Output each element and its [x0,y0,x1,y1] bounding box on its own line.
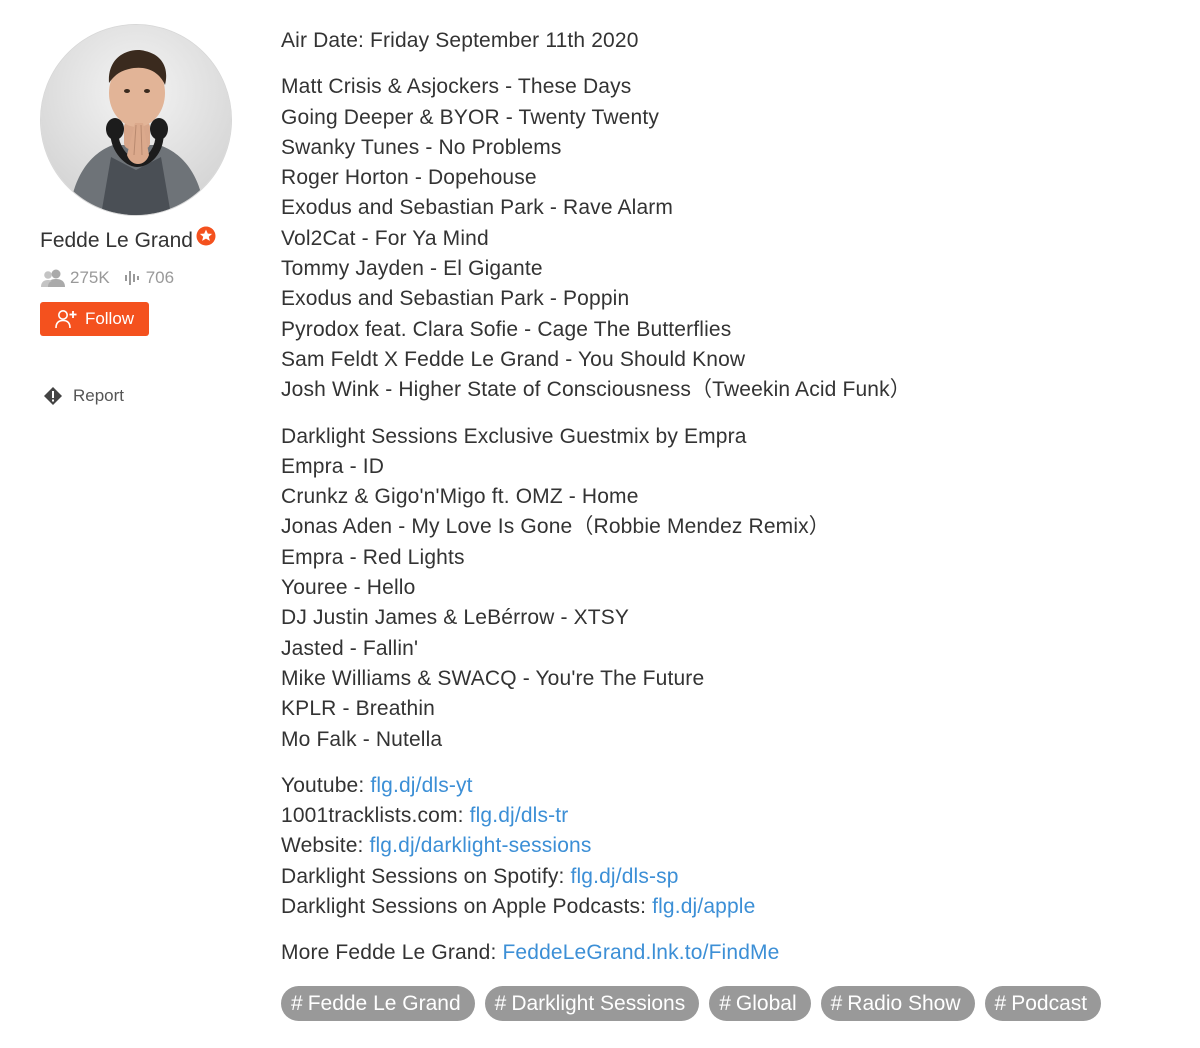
tag-global[interactable]: # Global [709,986,811,1021]
tracks-stat[interactable]: 706 [124,268,174,288]
tracklist-item: Tommy Jayden - El Gigante [281,257,543,281]
air-date-section: Air Date: Friday September 11th 2020 [281,26,1181,56]
hash-icon: # [291,991,303,1015]
tracklist-item: Swanky Tunes - No Problems [281,135,562,159]
guestmix-list: Darklight Sessions Exclusive Guestmix by… [281,422,1181,755]
tracklist-item: Matt Crisis & Asjockers - These Days [281,75,632,99]
tracklist-item: Vol2Cat - For Ya Mind [281,226,489,250]
tag-label: Fedde Le Grand [307,991,461,1015]
users-icon [41,269,65,287]
link-label: 1001tracklists.com: [281,804,470,828]
tag-label: Podcast [1011,991,1088,1015]
tracks-count: 706 [145,268,175,287]
tracklists-link-row: 1001tracklists.com: flg.dj/dls-tr [281,801,1181,831]
air-date: Air Date: Friday September 11th 2020 [281,29,639,52]
tag-list: # Fedde Le Grand # Darklight Sessions # … [281,986,1111,1021]
hash-icon: # [494,991,507,1015]
spotify-link-row: Darklight Sessions on Spotify: flg.dj/dl… [281,862,1181,892]
guestmix-heading: Darklight Sessions Exclusive Guestmix by… [281,424,747,448]
youtube-link-row: Youtube: flg.dj/dls-yt [281,771,1181,801]
hash-icon: # [830,991,843,1015]
spotify-link[interactable]: flg.dj/dls-sp [570,865,678,888]
user-sidebar: Fedde Le Grand 275K 706 Follow Report [40,24,260,406]
hash-icon: # [719,991,731,1015]
more-section: More Fedde Le Grand: FeddeLeGrand.lnk.to… [281,938,1181,968]
guestmix-item: Empra - ID [281,454,385,478]
tracklists-link[interactable]: flg.dj/dls-tr [470,804,569,827]
tag-radio-show[interactable]: # Radio Show [820,986,975,1021]
report-label: Report [73,386,125,405]
tag-label: Radio Show [847,991,961,1015]
website-link[interactable]: flg.dj/darklight-sessions [370,834,592,857]
tracklist-item: Josh Wink - Higher State of Consciousnes… [281,378,911,402]
tracklist: Matt Crisis & Asjockers - These Days Goi… [281,72,1181,405]
link-label: More Fedde Le Grand: [281,941,503,965]
guestmix-item: Mo Falk - Nutella [281,727,443,751]
tag-label: Darklight Sessions [511,991,686,1015]
links-list: Youtube: flg.dj/dls-yt 1001tracklists.co… [281,771,1181,922]
guestmix-item: DJ Justin James & LeBérrow - XTSY [281,606,630,630]
apple-podcasts-link-row: Darklight Sessions on Apple Podcasts: fl… [281,892,1181,922]
guestmix-item: Jonas Aden - My Love Is Gone（Robbie Mend… [281,515,830,539]
followers-stat[interactable]: 275K [40,268,110,288]
tracklist-item: Exodus and Sebastian Park - Poppin [281,287,630,311]
guestmix-item: Empra - Red Lights [281,545,465,569]
tag-darklight-sessions[interactable]: # Darklight Sessions [484,986,700,1021]
guestmix-item: KPLR - Breathin [281,697,435,721]
tag-label: Global [735,991,797,1015]
user-stats: 275K 706 [40,268,260,288]
user-avatar[interactable] [40,24,232,216]
hash-icon: # [994,991,1007,1015]
link-label: Website: [281,834,370,858]
find-me-link[interactable]: FeddeLeGrand.lnk.to/FindMe [502,941,779,964]
guestmix-item: Jasted - Fallin' [281,636,419,660]
tag-podcast[interactable]: # Podcast [984,986,1102,1021]
soundwave-icon [124,271,139,285]
follow-button[interactable]: Follow [40,302,149,336]
guestmix-item: Crunkz & Gigo'n'Migo ft. OMZ - Home [281,485,639,509]
apple-podcasts-link[interactable]: flg.dj/apple [652,895,755,918]
tag-fedde-le-grand[interactable]: # Fedde Le Grand [281,986,475,1021]
link-label: Darklight Sessions on Apple Podcasts: [281,895,653,919]
tracklist-item: Pyrodox feat. Clara Sofie - Cage The But… [281,317,732,341]
follow-button-label: Follow [84,309,135,328]
link-label: Youtube: [281,773,371,797]
user-name-row: Fedde Le Grand [40,226,260,254]
tracklist-item: Roger Horton - Dopehouse [281,166,537,190]
followers-count: 275K [70,268,110,287]
youtube-link[interactable]: flg.dj/dls-yt [370,774,472,797]
link-label: Darklight Sessions on Spotify: [281,864,571,888]
user-plus-icon [55,310,77,329]
user-name[interactable]: Fedde Le Grand [40,228,193,254]
more-link-row: More Fedde Le Grand: FeddeLeGrand.lnk.to… [281,938,1181,968]
avatar-image [41,25,231,215]
tracklist-item: Sam Feldt X Fedde Le Grand - You Should … [281,347,746,371]
track-description: Air Date: Friday September 11th 2020 Mat… [281,26,1181,985]
flag-diamond-icon [44,387,62,405]
tracklist-item: Exodus and Sebastian Park - Rave Alarm [281,196,674,220]
website-link-row: Website: flg.dj/darklight-sessions [281,831,1181,861]
guestmix-item: Youree - Hello [281,576,416,600]
guestmix-item: Mike Williams & SWACQ - You're The Futur… [281,666,705,690]
tracklist-item: Going Deeper & BYOR - Twenty Twenty [281,105,659,129]
pro-star-badge-icon [196,226,216,246]
report-link[interactable]: Report [40,386,260,406]
